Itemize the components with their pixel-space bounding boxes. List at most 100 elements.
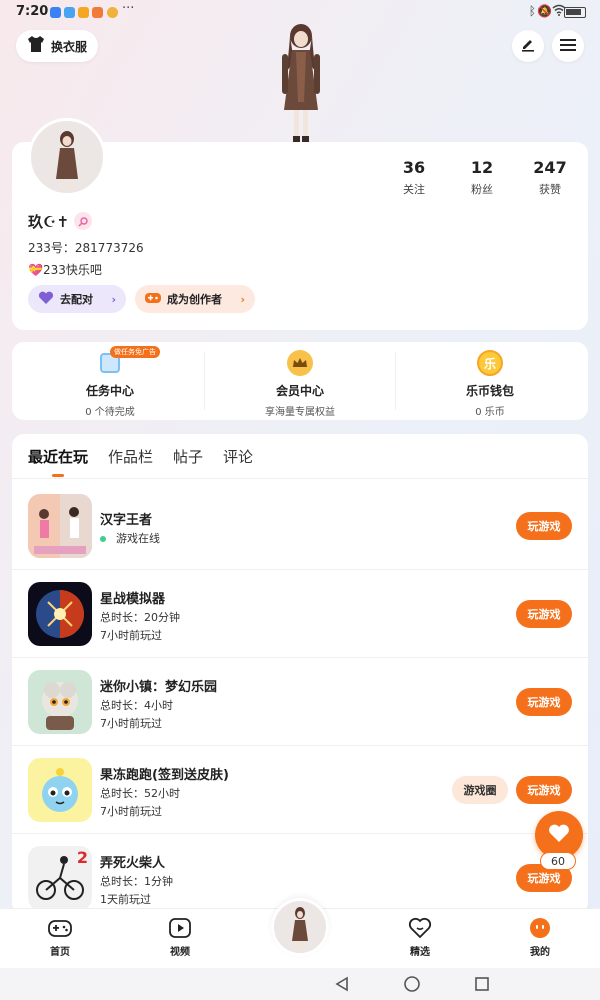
avatar-character-figure[interactable] xyxy=(268,22,334,146)
likes-label: 获赞 xyxy=(539,183,561,196)
game-name: 星战模拟器 xyxy=(100,592,166,607)
tab-posts[interactable]: 帖子 xyxy=(173,446,203,467)
game-last-played: 7小时前玩过 xyxy=(100,805,162,818)
game-circle-button[interactable]: 游戏圈 xyxy=(452,776,508,804)
game-name: 果冻跑跑(签到送皮肤) xyxy=(100,768,229,783)
crown-icon xyxy=(287,350,313,376)
notification-icon xyxy=(92,7,103,18)
tab-works[interactable]: 作品栏 xyxy=(108,446,153,467)
bluetooth-icon: ᛒ xyxy=(528,4,536,18)
game-duration: 总时长：20分钟 xyxy=(100,611,180,624)
task-center-sub: 0 个待完成 xyxy=(85,407,135,418)
change-outfit-button[interactable]: 换衣服 xyxy=(16,30,98,62)
heart-icon xyxy=(548,823,570,847)
hamburger-menu-icon xyxy=(560,37,576,56)
nav-featured[interactable]: 精选 xyxy=(390,917,450,958)
notification-icon xyxy=(50,7,61,18)
game-duration: 总时长：4小时 xyxy=(100,699,173,712)
game-name: 迷你小镇：梦幻乐园 xyxy=(100,680,218,695)
divider xyxy=(395,352,396,410)
avatar[interactable] xyxy=(28,118,106,196)
wallet-title: 乐币钱包 xyxy=(465,384,514,398)
nav-video[interactable]: 视频 xyxy=(150,917,210,958)
game-icon-star-wars-sim xyxy=(28,582,92,646)
following-label: 关注 xyxy=(403,183,425,196)
game-icon-jelly-run xyxy=(28,758,92,822)
list-item[interactable]: 星战模拟器 总时长：20分钟 7小时前玩过 玩游戏 xyxy=(12,570,588,658)
following-count: 36 xyxy=(402,158,426,177)
tab-recent[interactable]: 最近在玩 xyxy=(28,446,88,467)
menu-button[interactable] xyxy=(552,30,584,62)
game-corner-number: 2 xyxy=(76,848,88,867)
task-center-button[interactable]: 做任务免广告 任务中心 0 个待完成 xyxy=(60,346,160,418)
task-badge: 做任务免广告 xyxy=(110,346,160,358)
purple-heart-icon xyxy=(38,291,54,308)
nav-mine[interactable]: 我的 xyxy=(510,917,570,958)
followers-label: 粉丝 xyxy=(471,183,493,196)
video-play-icon xyxy=(150,917,210,939)
play-game-button[interactable]: 玩游戏 xyxy=(516,600,572,628)
online-dot-icon xyxy=(100,536,106,542)
nav-home[interactable]: 首页 xyxy=(30,917,90,958)
chevron-right-icon: › xyxy=(240,292,245,306)
likes-count: 247 xyxy=(533,158,567,177)
vip-center-title: 会员中心 xyxy=(275,384,324,398)
task-center-title: 任务中心 xyxy=(85,384,134,398)
game-duration: 总时长：1分钟 xyxy=(100,875,173,888)
nav-avatar-button[interactable] xyxy=(271,898,329,956)
vip-center-button[interactable]: 会员中心 享海量专属权益 xyxy=(250,350,350,418)
lebi-coin-icon: 乐 xyxy=(477,350,503,376)
nav-video-label: 视频 xyxy=(170,947,190,958)
list-item[interactable]: 果冻跑跑(签到送皮肤) 总时长：52小时 7小时前玩过 游戏圈 玩游戏 xyxy=(12,746,588,834)
list-item[interactable]: 2 弄死火柴人 总时长：1分钟 1天前玩过 玩游戏 xyxy=(12,834,588,908)
active-tab-indicator xyxy=(52,474,64,477)
nav-featured-label: 精选 xyxy=(410,947,430,958)
divider xyxy=(12,478,588,479)
change-outfit-label: 换衣服 xyxy=(51,39,88,54)
wallet-button[interactable]: 乐 乐币钱包 0 乐币 xyxy=(440,350,540,418)
likes-stat[interactable]: 247 获赞 xyxy=(520,158,580,197)
edit-profile-button[interactable] xyxy=(512,30,544,62)
wallet-sub: 0 乐币 xyxy=(475,407,505,418)
followers-count: 12 xyxy=(470,158,494,177)
game-last-played: 7小时前玩过 xyxy=(100,717,162,730)
gender-badge xyxy=(74,212,92,230)
status-time: 7:20 xyxy=(16,4,49,19)
chevron-right-icon: › xyxy=(111,292,116,306)
mute-icon: 🔕 xyxy=(537,4,552,18)
user-id: 233号：281773726 xyxy=(28,241,144,255)
pencil-icon xyxy=(520,36,536,56)
list-item[interactable]: 迷你小镇：梦幻乐园 总时长：4小时 7小时前玩过 玩游戏 xyxy=(12,658,588,746)
nav-home-label: 首页 xyxy=(50,947,70,958)
signature: 💝233快乐吧 xyxy=(28,263,102,277)
become-creator-label: 成为创作者 xyxy=(167,293,222,306)
game-duration: 总时长：52小时 xyxy=(100,787,180,800)
game-status-text: 游戏在线 xyxy=(116,532,160,545)
home-icon[interactable] xyxy=(404,976,420,996)
tab-comments[interactable]: 评论 xyxy=(223,446,253,467)
play-game-button[interactable]: 玩游戏 xyxy=(516,776,572,804)
following-stat[interactable]: 36 关注 xyxy=(384,158,444,197)
recents-icon[interactable] xyxy=(474,976,490,996)
game-icon-mini-town xyxy=(28,670,92,734)
play-game-button[interactable]: 玩游戏 xyxy=(516,512,572,540)
match-label: 去配对 xyxy=(60,293,93,306)
become-creator-button[interactable]: 成为创作者 › xyxy=(135,285,255,313)
match-button[interactable]: 去配对 › xyxy=(28,285,126,313)
nav-avatar xyxy=(274,901,326,953)
divider xyxy=(204,352,205,410)
game-name: 汉字王者 xyxy=(100,513,153,528)
female-icon xyxy=(78,212,88,231)
notification-icon xyxy=(107,7,118,18)
nickname: 玖☪︎✝︎ xyxy=(28,213,70,231)
vip-center-sub: 享海量专属权益 xyxy=(265,407,335,418)
system-nav-bar xyxy=(0,968,600,1000)
back-icon[interactable] xyxy=(334,976,350,996)
tshirt-icon xyxy=(26,35,46,57)
play-game-button[interactable]: 玩游戏 xyxy=(516,688,572,716)
heart-chat-icon xyxy=(390,917,450,939)
list-item[interactable]: 汉字王者 游戏在线 玩游戏 xyxy=(12,482,588,570)
profile-face-icon xyxy=(510,917,570,939)
followers-stat[interactable]: 12 粉丝 xyxy=(452,158,512,197)
game-icon-stickman: 2 xyxy=(28,846,92,908)
